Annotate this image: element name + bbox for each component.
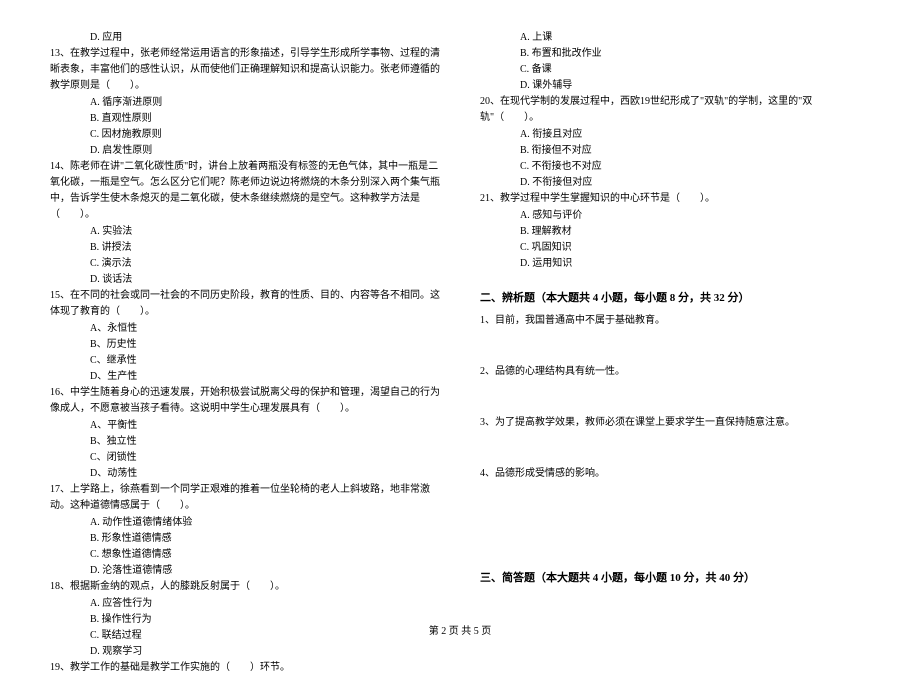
q17-stem: 17、上学路上，徐燕看到一个同学正艰难的推着一位坐轮椅的老人上斜坡路，地非常激动… [50, 482, 440, 514]
q21-option-d: D. 运用知识 [480, 256, 870, 272]
sec2-q1: 1、目前，我国普通高中不属于基础教育。 [480, 313, 870, 329]
q20-option-d: D. 不衔接但对应 [480, 175, 870, 191]
q16-option-b: B、独立性 [50, 434, 440, 450]
q20-option-b: B. 衔接但不对应 [480, 143, 870, 159]
answer-space [480, 380, 870, 415]
q17-option-c: C. 想象性道德情感 [50, 547, 440, 563]
section-3-title: 三、简答题（本大题共 4 小题，每小题 10 分，共 40 分） [480, 570, 870, 588]
q19-option-c: C. 备课 [480, 62, 870, 78]
q14-option-c: C. 演示法 [50, 256, 440, 272]
q16-option-c: C、闭锁性 [50, 450, 440, 466]
q21-stem: 21、教学过程中学生掌握知识的中心环节是（ ）。 [480, 191, 870, 207]
q15-option-c: C、继承性 [50, 353, 440, 369]
q16-option-a: A、平衡性 [50, 418, 440, 434]
q14-stem: 14、陈老师在讲"二氧化碳性质"时，讲台上放着两瓶没有标签的无色气体，其中一瓶是… [50, 159, 440, 223]
q12-option-d: D. 应用 [50, 30, 440, 46]
q15-option-a: A、永恒性 [50, 321, 440, 337]
sec2-q3: 3、为了提高教学效果，教师必须在课堂上要求学生一直保持随意注意。 [480, 415, 870, 431]
section-2-title: 二、辨析题（本大题共 4 小题，每小题 8 分，共 32 分） [480, 290, 870, 308]
q21-option-a: A. 感知与评价 [480, 208, 870, 224]
q17-option-b: B. 形象性道德情感 [50, 531, 440, 547]
q13-option-d: D. 启发性原则 [50, 143, 440, 159]
q14-option-a: A. 实验法 [50, 224, 440, 240]
q13-stem: 13、在教学过程中，张老师经常运用语言的形象描述，引导学生形成所学事物、过程的清… [50, 46, 440, 94]
answer-space [480, 517, 870, 552]
q19-stem: 19、教学工作的基础是教学工作实施的（ ）环节。 [50, 660, 440, 676]
q20-stem: 20、在现代学制的发展过程中，西欧19世纪形成了"双轨"的学制，这里的"双轨"（… [480, 94, 870, 126]
q17-option-d: D. 沦落性道德情感 [50, 563, 440, 579]
answer-space [480, 482, 870, 517]
q13-option-a: A. 循序渐进原则 [50, 95, 440, 111]
answer-space [480, 329, 870, 364]
q20-option-c: C. 不衔接也不对应 [480, 159, 870, 175]
q19-option-d: D. 课外辅导 [480, 78, 870, 94]
sec2-q4: 4、品德形成受情感的影响。 [480, 466, 870, 482]
answer-space [480, 431, 870, 466]
q21-option-c: C. 巩固知识 [480, 240, 870, 256]
right-column: A. 上课 B. 布置和批改作业 C. 备课 D. 课外辅导 20、在现代学制的… [480, 30, 870, 677]
q14-option-d: D. 谈话法 [50, 272, 440, 288]
q13-option-b: B. 直观性原则 [50, 111, 440, 127]
q15-stem: 15、在不同的社会或同一社会的不同历史阶段，教育的性质、目的、内容等各不相同。这… [50, 288, 440, 320]
q16-stem: 16、中学生随着身心的迅速发展，开始积极尝试脱离父母的保护和管理，渴望自己的行为… [50, 385, 440, 417]
q16-option-d: D、动荡性 [50, 466, 440, 482]
q19-option-b: B. 布置和批改作业 [480, 46, 870, 62]
q18-option-a: A. 应答性行为 [50, 596, 440, 612]
q21-option-b: B. 理解教材 [480, 224, 870, 240]
q20-option-a: A. 衔接且对应 [480, 127, 870, 143]
sec2-q2: 2、品德的心理结构具有统一性。 [480, 364, 870, 380]
q18-option-d: D. 观察学习 [50, 644, 440, 660]
left-column: D. 应用 13、在教学过程中，张老师经常运用语言的形象描述，引导学生形成所学事… [50, 30, 440, 677]
q18-stem: 18、根据斯金纳的观点，人的膝跳反射属于（ ）。 [50, 579, 440, 595]
q14-option-b: B. 讲授法 [50, 240, 440, 256]
q15-option-d: D、生产性 [50, 369, 440, 385]
q17-option-a: A. 动作性道德情绪体验 [50, 515, 440, 531]
q15-option-b: B、历史性 [50, 337, 440, 353]
q19-option-a: A. 上课 [480, 30, 870, 46]
page-footer: 第 2 页 共 5 页 [0, 624, 920, 640]
q13-option-c: C. 因材施教原则 [50, 127, 440, 143]
